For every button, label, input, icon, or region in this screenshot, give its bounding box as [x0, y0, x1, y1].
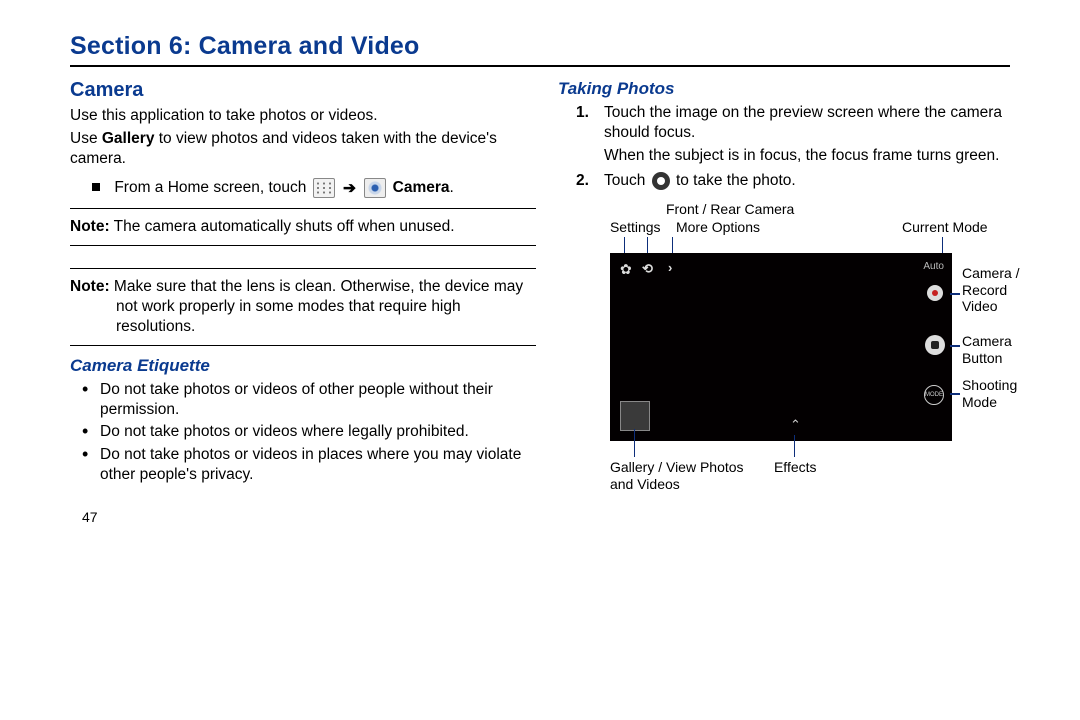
- bold-camera: Camera: [393, 180, 450, 197]
- record-icon: [927, 285, 943, 301]
- divider: [70, 245, 536, 246]
- leader-line: [950, 393, 960, 395]
- label-more-options: More Options: [676, 219, 760, 236]
- step-1-cont: When the subject is in focus, the focus …: [558, 146, 1010, 166]
- mode-indicator: Auto: [923, 261, 944, 272]
- intro-text: Use this application to take photos or v…: [70, 106, 536, 126]
- leader-line: [634, 429, 636, 457]
- apps-grid-icon: [313, 178, 335, 198]
- note-label: Note:: [70, 278, 110, 295]
- leader-line: [794, 435, 796, 457]
- label-settings: Settings: [610, 219, 661, 236]
- step-number: 2.: [576, 171, 589, 191]
- settings-icon: ✿: [620, 261, 632, 278]
- label-current-mode: Current Mode: [902, 219, 988, 236]
- step-1: 1. Touch the image on the preview screen…: [558, 103, 1010, 143]
- leader-line: [950, 345, 960, 347]
- heading-taking-photos: Taking Photos: [558, 79, 1010, 99]
- heading-etiquette: Camera Etiquette: [70, 356, 536, 376]
- shutter-icon: [652, 172, 670, 190]
- left-column: Camera Use this application to take phot…: [70, 75, 536, 525]
- txt: From a Home screen, touch: [114, 180, 310, 197]
- launch-instruction: From a Home screen, touch ➔ Camera.: [70, 178, 536, 198]
- heading-camera: Camera: [70, 79, 536, 102]
- etiquette-item: Do not take photos or videos in places w…: [70, 445, 536, 485]
- switch-camera-icon: ⟲: [642, 261, 653, 277]
- effects-chevron-icon: ⌃: [790, 417, 801, 433]
- square-bullet-icon: [92, 183, 100, 191]
- divider: [70, 65, 1010, 67]
- divider: [70, 268, 536, 269]
- txt: Touch: [604, 172, 650, 189]
- txt: Make sure that the lens is clean. Otherw…: [110, 278, 524, 335]
- label-cam-record: Camera / Record Video: [962, 265, 1032, 315]
- gallery-thumbnail-icon: [620, 401, 650, 431]
- camera-app-icon: [364, 178, 386, 198]
- txt: The camera automatically shuts off when …: [110, 218, 455, 235]
- manual-page: Section 6: Camera and Video Camera Use t…: [0, 0, 1080, 525]
- columns: Camera Use this application to take phot…: [70, 75, 1010, 525]
- note-clean-lens: Note: Make sure that the lens is clean. …: [70, 277, 536, 336]
- label-front-rear: Front / Rear Camera: [666, 201, 794, 218]
- arrow-icon: ➔: [343, 180, 356, 197]
- etiquette-item: Do not take photos or videos of other pe…: [70, 380, 536, 420]
- shutter-button-icon: [925, 335, 945, 355]
- leader-line: [950, 293, 960, 295]
- note-label: Note:: [70, 218, 110, 235]
- etiquette-item: Do not take photos or videos where legal…: [70, 422, 536, 442]
- camera-preview: ✿ ⟲ › Auto MODE ⌃: [610, 253, 952, 441]
- bold-gallery: Gallery: [102, 130, 155, 147]
- step-number: 1.: [576, 103, 589, 123]
- txt: Touch the image on the preview screen wh…: [604, 104, 1002, 141]
- right-column: Taking Photos 1. Touch the image on the …: [544, 75, 1010, 525]
- label-gallery: Gallery / View Photos and Videos: [610, 459, 750, 492]
- label-cam-button: Camera Button: [962, 333, 1032, 366]
- label-shoot-mode: Shooting Mode: [962, 377, 1032, 410]
- mode-button-icon: MODE: [924, 385, 944, 405]
- divider: [70, 345, 536, 346]
- txt: to take the photo.: [672, 172, 796, 189]
- note-auto-shutoff: Note: The camera automatically shuts off…: [70, 217, 536, 237]
- section-title: Section 6: Camera and Video: [70, 32, 1010, 61]
- step-2: 2. Touch to take the photo.: [558, 171, 1010, 191]
- gallery-text: Use Gallery to view photos and videos ta…: [70, 129, 536, 169]
- camera-diagram: Settings Front / Rear Camera More Option…: [550, 197, 1010, 509]
- txt: Use: [70, 130, 102, 147]
- label-effects: Effects: [774, 459, 817, 476]
- divider: [70, 208, 536, 209]
- chevron-right-icon: ›: [668, 260, 672, 275]
- page-number: 47: [70, 509, 536, 525]
- txt: When the subject is in focus, the focus …: [604, 147, 999, 164]
